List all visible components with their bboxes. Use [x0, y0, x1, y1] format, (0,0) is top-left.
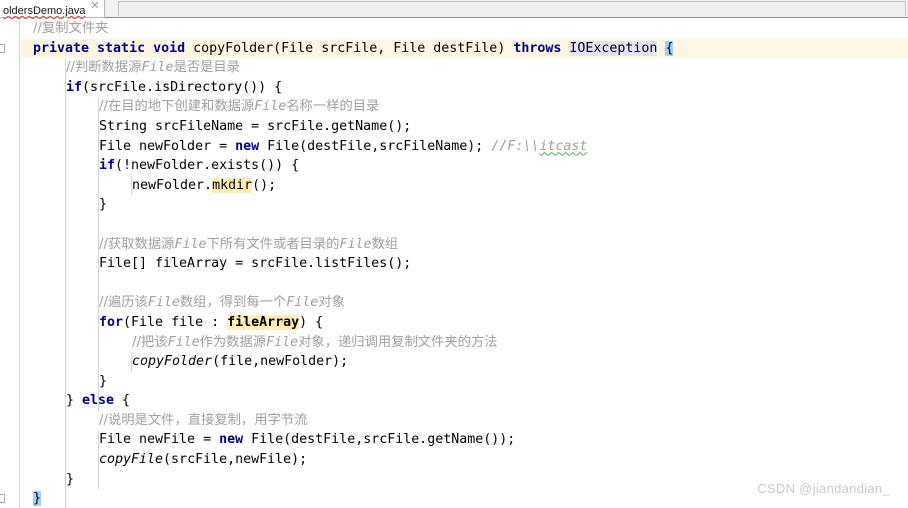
code-token: for — [99, 314, 124, 330]
tab-label: oldersDemo.java — [3, 5, 86, 17]
editor-gutter[interactable] — [0, 19, 20, 508]
code-line[interactable]: newFolder.mkdir(); — [21, 176, 908, 196]
code-token: } — [99, 373, 108, 389]
code-token: if — [99, 158, 116, 174]
code-token: File — [174, 236, 207, 252]
code-token: //遍历该 — [99, 295, 148, 311]
code-line[interactable]: if(!newFolder.exists()) { — [21, 156, 908, 176]
code-token: File(destFile,srcFileName); — [259, 138, 492, 154]
code-token: //复制文件夹 — [33, 21, 109, 36]
code-token: File newFolder = — [99, 138, 236, 154]
code-line[interactable]: //遍历该File数组，得到每一个File对象 — [21, 293, 908, 313]
code-token: itcast — [539, 138, 588, 154]
code-token: ) { — [299, 314, 324, 330]
code-token: 数组，得到每一个 — [179, 295, 287, 311]
code-token: } — [33, 491, 42, 507]
code-line[interactable]: //把该File作为数据源File对象，递归调用复制文件夹的方法 — [21, 333, 908, 353]
code-editor[interactable]: //复制文件夹 private static void copyFolder(Fi… — [0, 19, 908, 508]
code-token: 对象，递归调用复制文件夹的方法 — [298, 334, 498, 350]
code-token: //说明是文件，直接复制，用字节流 — [99, 412, 308, 428]
code-token: File — [141, 60, 174, 76]
code-line[interactable]: File newFolder = new File(destFile,srcFi… — [21, 137, 908, 157]
code-content[interactable]: //复制文件夹 private static void copyFolder(Fi… — [21, 19, 908, 508]
code-token: } — [66, 471, 75, 487]
code-token: 对象 — [318, 295, 345, 311]
code-token: (); — [252, 177, 277, 193]
code-token: (!newFolder.exists()) { — [115, 158, 300, 174]
code-token: } — [66, 393, 83, 409]
code-token: //在目的地下创建和数据源 — [99, 99, 255, 115]
code-token: 下所有文件或者目录的 — [206, 236, 340, 252]
code-line[interactable]: String srcFileName = srcFile.getName(); — [21, 117, 908, 137]
code-token: String srcFileName = srcFile.getName(); — [99, 118, 412, 134]
code-token: //判断数据源 — [66, 60, 142, 76]
code-token: mkdir — [212, 177, 253, 193]
code-fold-marker-icon[interactable] — [0, 43, 5, 53]
code-token: 数组 — [371, 236, 399, 252]
code-token: File[] fileArray = srcFile.listFiles(); — [99, 256, 412, 272]
code-token: File — [167, 334, 200, 350]
tab-oldersdemo-java[interactable]: oldersDemo.java ✕ — [0, 0, 105, 18]
code-token: File newFile = — [99, 432, 220, 448]
code-line[interactable]: if(srcFile.isDirectory()) { — [21, 78, 908, 98]
code-token: copyFile — [99, 452, 164, 468]
code-token: copyFolder — [132, 354, 213, 370]
code-token: IOException — [569, 40, 658, 56]
code-token: (File file : — [123, 314, 228, 330]
code-line[interactable] — [21, 274, 908, 294]
code-token: { — [114, 393, 131, 409]
code-token: File — [254, 99, 287, 115]
code-line[interactable] — [21, 215, 908, 235]
code-line[interactable]: for(File file : fileArray) { — [21, 313, 908, 333]
code-fold-marker-icon[interactable] — [0, 494, 5, 504]
code-line[interactable]: //说明是文件，直接复制，用字节流 — [21, 411, 908, 431]
code-token: File — [266, 334, 299, 350]
indent-guide — [98, 430, 99, 490]
code-token: File — [286, 295, 319, 311]
code-line[interactable]: copyFile(srcFile,newFile); — [21, 450, 908, 470]
code-token: if — [66, 79, 83, 95]
indent-guide — [98, 97, 99, 411]
code-token: copyFolder(File srcFile, File destFile) — [193, 40, 514, 56]
code-line[interactable]: private static void copyFolder(File srcF… — [21, 38, 908, 59]
code-token: File(destFile,srcFile.getName()); — [243, 432, 516, 448]
code-line[interactable]: File newFile = new File(destFile,srcFile… — [21, 430, 908, 450]
code-line[interactable]: //复制文件夹 — [21, 19, 908, 39]
code-token: 名称一样的目录 — [286, 99, 380, 115]
code-token: (srcFile,newFile); — [163, 452, 308, 468]
code-token: new — [219, 432, 244, 448]
code-line[interactable]: } — [21, 372, 908, 392]
code-token: } — [99, 197, 108, 213]
code-line[interactable]: } — [21, 195, 908, 215]
code-line[interactable]: //获取数据源File下所有文件或者目录的File数组 — [21, 235, 908, 255]
code-token: newFolder. — [132, 177, 213, 193]
code-line[interactable]: File[] fileArray = srcFile.listFiles(); — [21, 254, 908, 274]
code-line[interactable]: } else { — [21, 391, 908, 411]
code-token: //F:\\ — [491, 138, 540, 154]
code-token: //把该 — [132, 334, 168, 350]
indent-guide — [65, 58, 66, 508]
code-line[interactable]: //判断数据源File是否是目录 — [21, 58, 908, 78]
code-token: private static void — [33, 40, 194, 56]
csdn-watermark: CSDN @jiandandian_ — [757, 481, 890, 496]
code-token: (srcFile.isDirectory()) { — [82, 79, 283, 95]
indent-guide — [131, 175, 132, 196]
code-token: 作为数据源 — [199, 334, 267, 350]
code-token: fileArray — [227, 314, 300, 330]
code-token: //获取数据源 — [99, 236, 175, 252]
editor-tab-bar: oldersDemo.java ✕ — [0, 0, 908, 18]
indent-guide — [131, 352, 132, 372]
code-token: 是否是目录 — [173, 60, 240, 76]
code-line[interactable]: //在目的地下创建和数据源File名称一样的目录 — [21, 97, 908, 117]
code-line[interactable]: copyFolder(file,newFolder); — [21, 352, 908, 372]
code-token: File — [339, 236, 372, 252]
code-token: new — [235, 138, 260, 154]
close-icon[interactable]: ✕ — [90, 1, 99, 12]
code-token: throws — [513, 40, 570, 56]
code-token: { — [665, 40, 674, 56]
code-token: File — [147, 295, 180, 311]
tab-bar-empty-area — [118, 1, 906, 16]
code-token: (file,newFolder); — [212, 354, 349, 370]
